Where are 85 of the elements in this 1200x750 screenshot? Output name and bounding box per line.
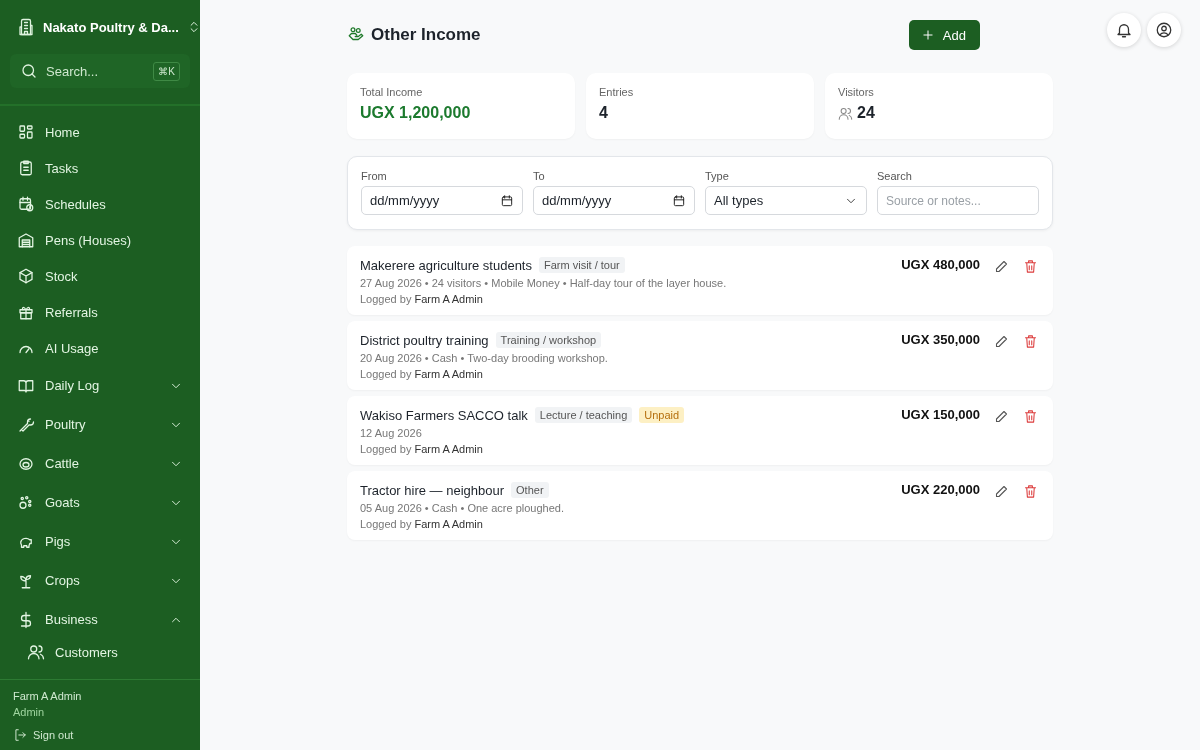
notifications-button[interactable] xyxy=(1107,13,1141,47)
entry-title: Makerere agriculture students xyxy=(360,257,532,273)
nav-item[interactable]: Pens (Houses) xyxy=(0,222,200,258)
building-icon xyxy=(17,18,35,36)
entry-title: Tractor hire — neighbour xyxy=(360,482,505,498)
plus-icon xyxy=(920,28,935,42)
entry-details: 20 Aug 2026 • Cash • Two-day brooding workshop. xyxy=(360,352,609,364)
nav-subitem[interactable]: Customers xyxy=(0,639,200,665)
nav-icon xyxy=(17,159,35,177)
field-label: Search xyxy=(877,170,913,182)
field-label: Type xyxy=(705,170,730,182)
calendar-icon xyxy=(500,193,514,208)
search-icon xyxy=(20,62,38,80)
entry-title: Wakiso Farmers SACCO talk xyxy=(360,407,528,423)
nav-icon xyxy=(17,267,35,285)
farm-switcher[interactable]: Nakato Poultry & Da... xyxy=(0,0,200,38)
field-label: From xyxy=(361,170,388,182)
entry-details: 27 Aug 2026 • 24 visitors • Mobile Money • Half-day tour of the layer house. xyxy=(360,277,728,289)
field-label: To xyxy=(533,170,546,182)
shortcut-hint: ⌘K xyxy=(153,61,180,81)
type-dropdown[interactable]: All types xyxy=(705,186,867,215)
stat-label: Visitors xyxy=(838,86,875,98)
nav-icon xyxy=(17,493,35,512)
nav-icon xyxy=(17,231,35,249)
pencil-icon xyxy=(994,484,1009,499)
trash-icon xyxy=(1023,409,1038,424)
entry-details: 12 Aug 2026 xyxy=(360,427,423,439)
date-field[interactable]: dd/mm/yyyy xyxy=(533,186,695,215)
trash-icon xyxy=(1023,484,1038,499)
trash-icon xyxy=(1023,334,1038,349)
status-badge: Unpaid xyxy=(639,407,685,423)
user-icon xyxy=(1155,21,1173,39)
category-tag: Farm visit / tour xyxy=(539,257,625,273)
add-button[interactable]: Add xyxy=(908,20,980,50)
entry-amount: UGX 350,000 xyxy=(901,332,980,347)
search-field[interactable]: Source or notes... xyxy=(877,186,1039,215)
nav-item[interactable]: Home xyxy=(0,114,200,150)
nav-item[interactable]: Cattle xyxy=(0,444,200,483)
nav-item[interactable]: Crops xyxy=(0,561,200,600)
nav-item[interactable]: Tasks xyxy=(0,150,200,186)
stat-label: Total Income xyxy=(360,86,424,98)
entry-title: District poultry training xyxy=(360,332,489,348)
account-button[interactable] xyxy=(1147,13,1181,47)
nav-item[interactable]: Pigs xyxy=(0,522,200,561)
page-title: Other Income xyxy=(371,25,482,45)
pencil-icon xyxy=(994,409,1009,424)
sign-out-icon xyxy=(13,728,27,742)
stat-value: 24 xyxy=(857,104,875,122)
nav-icon xyxy=(17,123,35,141)
nav-item[interactable]: Stock xyxy=(0,258,200,294)
nav-item[interactable]: Goats xyxy=(0,483,200,522)
users-icon xyxy=(838,105,853,121)
category-tag: Other xyxy=(511,482,549,498)
bell-icon xyxy=(1115,21,1133,39)
logged-by-text: Logged by Farm A Admin xyxy=(360,443,484,455)
stat-value: 4 xyxy=(599,104,608,122)
nav-item[interactable]: Referrals xyxy=(0,294,200,330)
calendar-icon xyxy=(672,193,686,208)
user-name: Farm A Admin xyxy=(13,690,83,702)
date-field[interactable]: dd/mm/yyyy xyxy=(361,186,523,215)
entry-amount: UGX 220,000 xyxy=(901,482,980,497)
nav-item[interactable]: Schedules xyxy=(0,186,200,222)
nav-icon xyxy=(17,415,35,434)
nav-item[interactable]: Business xyxy=(0,600,200,639)
logged-by-text: Logged by Farm A Admin xyxy=(360,518,484,530)
user-role: Admin xyxy=(13,706,46,718)
search-field[interactable]: Search... ⌘K xyxy=(10,54,190,88)
nav-item[interactable]: AI Usage xyxy=(0,330,200,366)
trash-icon xyxy=(1023,259,1038,274)
category-tag: Lecture / teaching xyxy=(534,407,633,423)
category-tag: Training / workshop xyxy=(495,332,602,348)
entry-amount: UGX 150,000 xyxy=(901,407,980,422)
nav-item[interactable]: Poultry xyxy=(0,405,200,444)
stat-label: Entries xyxy=(599,86,635,98)
entry-amount: UGX 480,000 xyxy=(901,257,980,272)
nav-item[interactable]: Daily Log xyxy=(0,366,200,405)
nav-icon xyxy=(17,195,35,213)
stat-value: UGX 1,200,000 xyxy=(360,104,471,122)
logged-by-text: Logged by Farm A Admin xyxy=(360,293,484,305)
users-icon xyxy=(27,643,45,661)
sign-out-link[interactable]: Sign out xyxy=(13,728,187,742)
entry-details: 05 Aug 2026 • Cash • One acre ploughed. xyxy=(360,502,565,514)
pencil-icon xyxy=(994,334,1009,349)
pencil-icon xyxy=(994,259,1009,274)
logged-by-text: Logged by Farm A Admin xyxy=(360,368,484,380)
